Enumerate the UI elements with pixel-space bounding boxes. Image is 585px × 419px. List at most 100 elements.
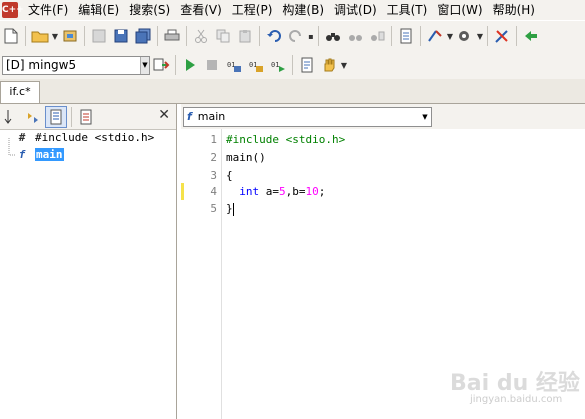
build-toolbar: [D] mingw5 ▼ 01 01 01 ▼ <box>0 51 585 79</box>
open-folder-icon[interactable] <box>30 26 50 46</box>
preprocessor-directive: #include <stdio.h> <box>226 133 346 146</box>
toolbar-separator <box>175 55 176 75</box>
menu-bar: C++ 文件(F) 编辑(E) 搜索(S) 查看(V) 工程(P) 构建(B) … <box>0 0 585 20</box>
class-view-icon[interactable] <box>45 105 67 128</box>
toolbar-separator <box>487 26 488 46</box>
paste-icon[interactable] <box>235 26 255 46</box>
stop-icon[interactable] <box>202 55 222 75</box>
chevron-down-icon[interactable]: ▼ <box>140 56 149 74</box>
hand-icon[interactable] <box>319 55 339 75</box>
save-all-icon[interactable] <box>133 26 153 46</box>
step-icon[interactable]: 01 <box>246 55 266 75</box>
function-select-value: main <box>197 110 226 123</box>
function-icon: f <box>187 110 192 123</box>
tree-lines <box>8 138 16 156</box>
open-brace: { <box>226 169 233 182</box>
tree-item-label: main <box>35 148 64 161</box>
tab-if-c[interactable]: if.c* <box>0 81 40 103</box>
toolbar-separator <box>157 26 158 46</box>
code-line-1: #include <stdio.h> <box>226 133 345 146</box>
debug-tool-dropdown-icon[interactable]: ▼ <box>476 32 484 41</box>
menu-debug[interactable]: 调试(D) <box>329 1 382 19</box>
menu-build[interactable]: 构建(B) <box>277 1 329 19</box>
sort-icon[interactable] <box>1 107 21 127</box>
print-icon[interactable] <box>162 26 182 46</box>
menu-search[interactable]: 搜索(S) <box>124 1 175 19</box>
show-members-icon[interactable] <box>23 107 43 127</box>
function-select[interactable]: f main ▼ <box>183 106 432 127</box>
redo-icon[interactable] <box>286 26 306 46</box>
close-brace: } <box>226 202 233 215</box>
modified-line-marker <box>181 183 184 200</box>
svg-text:01: 01 <box>271 61 279 69</box>
toolbar-separator <box>391 26 392 46</box>
compile-icon[interactable] <box>151 55 171 75</box>
toolbar-separator <box>516 26 517 46</box>
function-icon: f <box>18 148 26 161</box>
code-text: ; <box>318 185 326 198</box>
toggle-bookmark-icon[interactable] <box>492 26 512 46</box>
debug-icon[interactable]: 01 <box>224 55 244 75</box>
toolbar-separator <box>71 106 72 127</box>
number-literal: 5 <box>279 185 286 198</box>
compiler-select[interactable]: [D] mingw5 ▼ <box>2 55 150 75</box>
toolbar-separator <box>292 55 293 75</box>
main-toolbar: ▼ ▪ ▼ ▼ <box>0 21 585 51</box>
code-line-3: { <box>226 169 233 182</box>
menu-window[interactable]: 窗口(W) <box>432 1 487 19</box>
menu-view[interactable]: 查看(V) <box>175 1 227 19</box>
goto-icon[interactable] <box>396 26 416 46</box>
line-number: 1 <box>210 133 217 146</box>
replace-icon[interactable] <box>367 26 387 46</box>
class-browser-panel: ✕ # #include <stdio.h> f main <box>0 104 177 419</box>
menu-project[interactable]: 工程(P) <box>227 1 278 19</box>
bookmark-dropdown-icon[interactable]: ▼ <box>446 32 454 41</box>
find-next-icon[interactable] <box>345 26 365 46</box>
menu-help[interactable]: 帮助(H) <box>488 1 540 19</box>
code-line-5: } <box>226 202 234 216</box>
file-list-icon[interactable] <box>76 107 96 127</box>
new-file-icon[interactable] <box>1 26 21 46</box>
undo-icon[interactable] <box>264 26 284 46</box>
line-number: 2 <box>210 151 217 164</box>
menu-tools[interactable]: 工具(T) <box>382 1 433 19</box>
compiler-select-value: [D] mingw5 <box>6 58 77 72</box>
app-logo: C++ <box>2 2 24 18</box>
rebuild-icon[interactable] <box>297 55 317 75</box>
tree-item-include[interactable]: # #include <stdio.h> <box>15 131 155 144</box>
redo-dropdown-icon[interactable]: ▪ <box>307 32 315 41</box>
function-select-value-wrap: f main <box>184 110 419 123</box>
watermark: Bai du 经验 <box>450 371 580 396</box>
compile-run-icon[interactable]: 01 <box>268 55 288 75</box>
menu-edit[interactable]: 编辑(E) <box>73 1 124 19</box>
code-line-4: int a=5,b=10; <box>226 185 325 198</box>
open-dropdown-icon[interactable]: ▼ <box>51 32 59 41</box>
editor-function-bar: f main ▼ <box>181 104 585 129</box>
copy-icon[interactable] <box>213 26 233 46</box>
toolbar-separator <box>318 26 319 46</box>
close-icon[interactable]: ✕ <box>158 107 170 123</box>
toolbar-separator <box>420 26 421 46</box>
run-icon[interactable] <box>180 55 200 75</box>
hand-dropdown-icon[interactable]: ▼ <box>340 61 348 70</box>
toolbar-separator <box>186 26 187 46</box>
text-caret <box>232 202 234 216</box>
code-text: a= <box>259 185 279 198</box>
find-icon[interactable] <box>323 26 343 46</box>
menu-file[interactable]: 文件(F) <box>23 1 73 19</box>
save-icon[interactable] <box>111 26 131 46</box>
back-arrow-icon[interactable] <box>521 26 541 46</box>
cut-icon[interactable] <box>191 26 211 46</box>
project-icon[interactable] <box>60 26 80 46</box>
editor-tabstrip: if.c* <box>0 79 585 104</box>
debug-tool-icon[interactable] <box>455 26 475 46</box>
tree-item-main[interactable]: f main <box>15 148 64 161</box>
toolbar-separator <box>25 26 26 46</box>
class-browser-toolbar: ✕ <box>0 104 176 130</box>
save-disabled-icon[interactable] <box>89 26 109 46</box>
chevron-down-icon[interactable]: ▼ <box>419 113 431 121</box>
toolbar-separator <box>259 26 260 46</box>
bookmark-icon[interactable] <box>425 26 445 46</box>
function-declaration: main() <box>226 151 266 164</box>
tree-item-label: #include <stdio.h> <box>35 131 155 144</box>
